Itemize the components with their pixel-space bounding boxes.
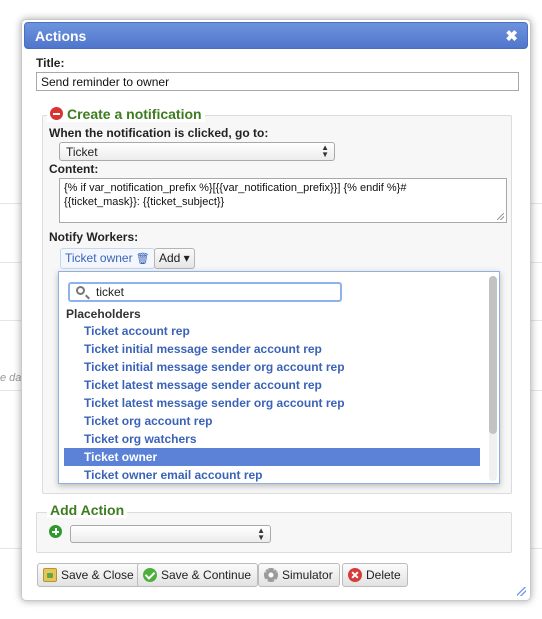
add-worker-button[interactable]: Add ▾	[154, 248, 195, 269]
click-destination-select[interactable]: Ticket ▲ ▼	[59, 142, 335, 161]
simulator-button[interactable]: Simulator	[258, 563, 340, 587]
notify-workers-label: Notify Workers:	[49, 230, 139, 244]
save-continue-label: Save & Continue	[161, 568, 252, 582]
placeholder-item[interactable]: Ticket org watchers	[64, 430, 480, 448]
click-destination-label: When the notification is clicked, go to:	[49, 126, 269, 140]
save-close-button[interactable]: Save & Close	[37, 563, 141, 587]
title-label: Title:	[36, 56, 65, 70]
placeholder-dropdown: ticket Placeholders Ticket account rep T…	[58, 271, 500, 484]
placeholder-item[interactable]: Ticket owner email account rep	[64, 466, 480, 483]
placeholder-item[interactable]: Ticket account rep	[64, 322, 480, 340]
click-destination-value: Ticket	[66, 145, 98, 159]
dialog-titlebar[interactable]: Actions ✖	[24, 22, 528, 49]
bg-text-fragment: e da	[0, 372, 22, 384]
placeholder-item[interactable]: Ticket org account rep	[64, 412, 480, 430]
delete-button[interactable]: Delete	[342, 563, 408, 587]
trash-icon[interactable]: 🗑	[136, 252, 150, 265]
title-input[interactable]: Send reminder to owner	[36, 72, 519, 91]
folder-icon	[43, 568, 57, 582]
content-line: {{ticket_mask}}: {{ticket_subject}}	[64, 196, 225, 208]
placeholder-list: Ticket account rep Ticket initial messag…	[64, 322, 480, 483]
dropdown-scrollbar[interactable]	[489, 276, 497, 481]
search-icon	[76, 286, 85, 295]
placeholder-item[interactable]: Ticket initial message sender org accoun…	[64, 358, 480, 376]
content-line: {% if var_notification_prefix %}[{{var_n…	[64, 182, 407, 194]
save-continue-button[interactable]: Save & Continue	[137, 563, 259, 587]
notification-legend-text: Create a notification	[67, 106, 202, 122]
simulator-label: Simulator	[282, 568, 333, 582]
save-close-label: Save & Close	[61, 568, 134, 582]
placeholder-item[interactable]: Ticket initial message sender account re…	[64, 340, 480, 358]
worker-chip-label: Ticket owner	[65, 251, 133, 265]
check-icon	[143, 568, 157, 582]
close-icon[interactable]: ✖	[505, 27, 518, 45]
placeholder-item[interactable]: Ticket latest message sender org account…	[64, 394, 480, 412]
delete-icon	[348, 568, 362, 582]
select-arrows-icon: ▲ ▼	[321, 143, 329, 159]
resize-grip-icon[interactable]	[497, 213, 504, 220]
dialog-title: Actions	[35, 28, 87, 44]
remove-icon[interactable]	[50, 107, 63, 120]
content-textarea[interactable]: {% if var_notification_prefix %}[{{var_n…	[59, 178, 507, 223]
dropdown-scrollbar-thumb[interactable]	[489, 276, 497, 434]
placeholder-item-selected[interactable]: Ticket owner	[64, 448, 480, 466]
delete-label: Delete	[366, 568, 401, 582]
worker-chip[interactable]: Ticket owner 🗑	[60, 248, 155, 269]
notification-legend: Create a notification	[47, 106, 205, 122]
search-value: ticket	[96, 285, 125, 299]
placeholder-search-input[interactable]: ticket	[68, 282, 342, 302]
placeholder-item[interactable]: Ticket latest message sender account rep	[64, 376, 480, 394]
add-action-legend: Add Action	[47, 502, 128, 518]
select-arrows-icon: ▲ ▼	[257, 526, 265, 542]
add-icon[interactable]	[49, 525, 62, 541]
content-label: Content:	[49, 162, 99, 176]
placeholders-group-label: Placeholders	[66, 307, 141, 321]
gear-icon	[264, 568, 278, 582]
add-action-select[interactable]: ▲ ▼	[70, 525, 271, 543]
dialog-resize-grip-icon[interactable]	[517, 587, 526, 596]
